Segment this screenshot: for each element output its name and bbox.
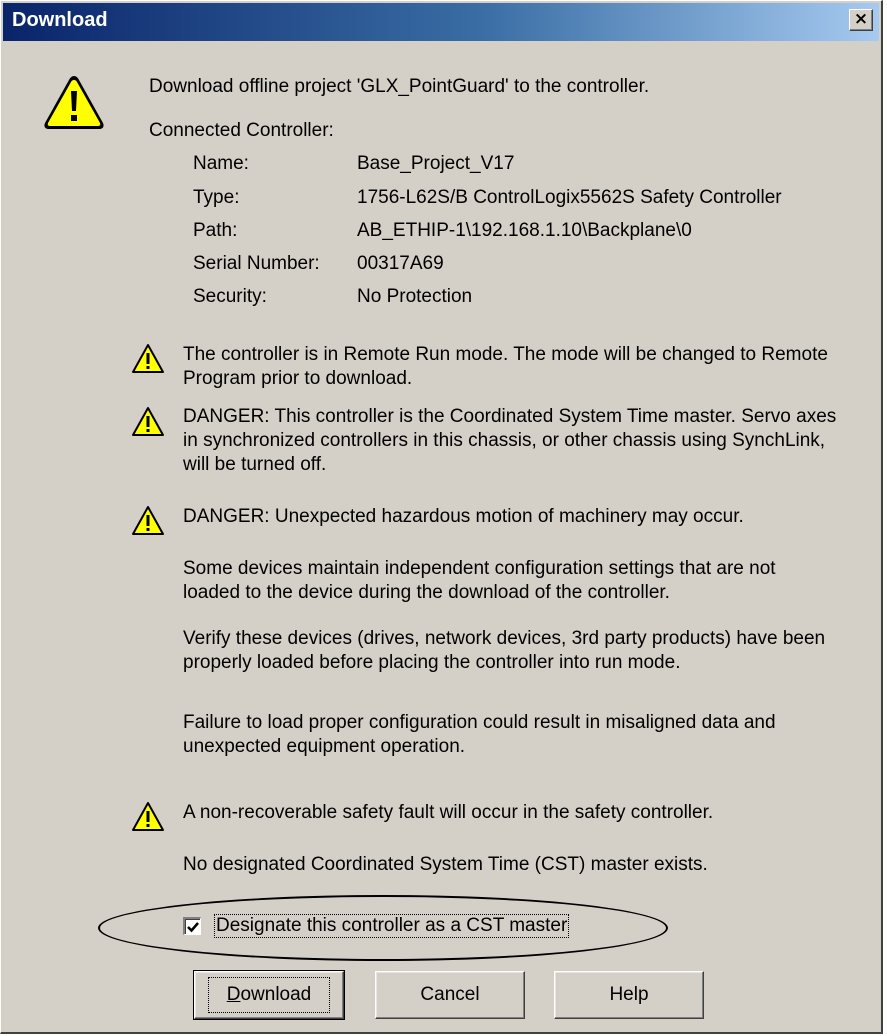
type-value: 1756-L62S/B ControlLogix5562S Safety Con…: [357, 187, 782, 208]
warning-icon: [132, 506, 164, 535]
close-button[interactable]: ×: [849, 9, 873, 31]
help-button[interactable]: Help: [554, 971, 704, 1019]
warning-icon: [132, 407, 164, 436]
checkmark-icon: [186, 921, 199, 932]
safety-fault-warning-text: A non-recoverable safety fault will occu…: [183, 802, 714, 823]
cst-master-checkbox-label[interactable]: Designate this controller as a CST maste…: [213, 914, 570, 938]
warning-icon: [44, 76, 104, 129]
download-dialog: Download × Download offline project 'GLX…: [0, 0, 883, 1034]
serial-number-label: Serial Number:: [193, 253, 320, 274]
failure-to-load-text: Failure to load proper configuration cou…: [183, 712, 776, 757]
hazardous-motion-danger-text: DANGER: Unexpected hazardous motion of m…: [183, 506, 744, 527]
download-mnemonic: D: [226, 984, 241, 1005]
serial-number-value: 00317A69: [357, 253, 444, 274]
type-label: Type:: [193, 187, 240, 208]
download-button-label: Download: [207, 977, 331, 1013]
cst-master-danger-text: DANGER: This controller is the Coordinat…: [183, 406, 837, 475]
download-rest: ownload: [240, 984, 312, 1005]
cancel-button[interactable]: Cancel: [375, 971, 525, 1019]
download-button[interactable]: Download: [193, 970, 345, 1020]
window-title: Download: [12, 9, 108, 31]
connected-controller-heading: Connected Controller:: [149, 120, 334, 141]
path-label: Path:: [193, 220, 238, 241]
cst-master-checkbox[interactable]: [183, 917, 201, 935]
no-cst-master-text: No designated Coordinated System Time (C…: [183, 854, 708, 875]
security-label: Security:: [193, 286, 267, 307]
security-value: No Protection: [357, 286, 473, 307]
intro-text: Download offline project 'GLX_PointGuard…: [149, 76, 650, 97]
warning-icon: [132, 344, 164, 373]
name-label: Name:: [193, 153, 249, 174]
warning-icon: [132, 802, 164, 831]
cst-master-checkbox-row[interactable]: Designate this controller as a CST maste…: [183, 914, 570, 938]
name-value: Base_Project_V17: [357, 153, 515, 174]
verify-devices-text: Verify these devices (drives, network de…: [183, 628, 826, 673]
cancel-button-label: Cancel: [420, 984, 480, 1005]
device-settings-text: Some devices maintain independent config…: [183, 558, 776, 603]
help-button-label: Help: [609, 984, 649, 1005]
remote-run-warning-text: The controller is in Remote Run mode. Th…: [183, 344, 828, 389]
title-bar[interactable]: Download ×: [3, 3, 879, 41]
path-value: AB_ETHIP-1\192.168.1.10\Backplane\0: [357, 220, 692, 241]
